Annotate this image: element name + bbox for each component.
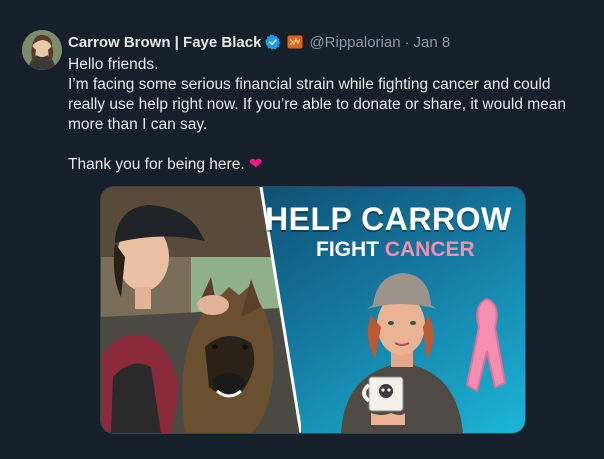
tweet-closing: Thank you for being here. ❤ — [68, 155, 588, 175]
banner-title: HELP CARROW — [265, 201, 512, 237]
heart-emoji-icon: ❤ — [248, 156, 263, 173]
closing-text: Thank you for being here. — [68, 156, 245, 173]
tweet[interactable]: Carrow Brown | Faye Black @Rippalorian ·… — [0, 0, 604, 459]
avatar[interactable] — [22, 30, 62, 70]
banner-subtitle-word-2: CANCER — [384, 238, 475, 261]
tweet-line: Hello friends. — [68, 56, 159, 73]
tweet-header: Carrow Brown | Faye Black @Rippalorian ·… — [68, 33, 450, 51]
separator-dot: · — [404, 33, 410, 51]
display-name[interactable]: Carrow Brown | Faye Black — [68, 34, 261, 51]
affiliate-badge-icon[interactable] — [287, 34, 303, 50]
banner-subtitle-word-1: FIGHT — [316, 238, 379, 261]
tweet-media-image[interactable]: HELP CARROW FIGHT CANCER — [100, 186, 526, 434]
tweet-line: I’m facing some serious financial strain… — [68, 76, 567, 133]
verified-badge-icon[interactable] — [265, 34, 281, 50]
handle[interactable]: @Rippalorian — [309, 34, 400, 51]
banner-subtitle: FIGHT CANCER — [316, 238, 475, 262]
tweet-date[interactable]: Jan 8 — [414, 34, 451, 51]
tweet-text: Hello friends. I’m facing some serious f… — [68, 55, 588, 175]
